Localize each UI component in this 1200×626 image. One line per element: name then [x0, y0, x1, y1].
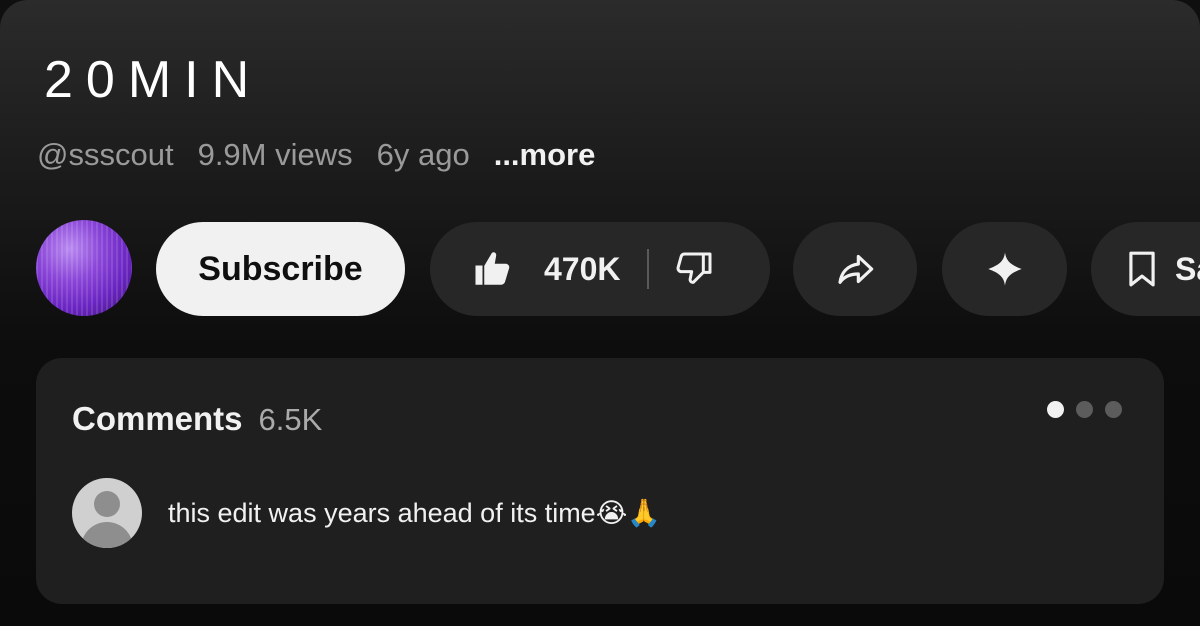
bookmark-icon: [1129, 251, 1155, 287]
share-icon: [838, 254, 874, 284]
channel-handle[interactable]: @ssscout: [37, 137, 174, 173]
subscribe-button[interactable]: Subscribe: [156, 222, 405, 316]
thumbs-down-icon: [676, 252, 711, 284]
share-button[interactable]: [793, 222, 917, 316]
like-button[interactable]: 470K: [430, 222, 621, 316]
sparkle-icon: [987, 252, 1022, 286]
action-bar: Subscribe 470K S: [0, 220, 1200, 316]
comments-panel[interactable]: Comments 6.5K this edit was years ahead …: [36, 358, 1164, 604]
comments-title: Comments: [72, 400, 243, 437]
like-divider: [646, 249, 649, 289]
comments-pager: [1047, 401, 1122, 418]
pager-dot-active: [1047, 401, 1064, 418]
ask-ai-button[interactable]: [942, 222, 1067, 316]
pager-dot: [1076, 401, 1093, 418]
upload-age: 6y ago: [376, 137, 470, 172]
save-label: Save: [1175, 250, 1200, 287]
comments-count: 6.5K: [258, 402, 323, 437]
commenter-avatar: [72, 478, 142, 548]
save-button[interactable]: Save: [1091, 222, 1200, 316]
video-title: 20MIN: [44, 51, 263, 109]
comment-text: this edit was years ahead of its time😭🙏: [168, 498, 661, 528]
dislike-button[interactable]: [675, 222, 715, 316]
more-button[interactable]: ...more: [494, 137, 596, 173]
pager-dot: [1105, 401, 1122, 418]
channel-avatar[interactable]: [36, 220, 132, 316]
like-dislike-group: 470K: [430, 222, 770, 316]
comments-header: Comments 6.5K: [72, 400, 322, 438]
top-comment[interactable]: this edit was years ahead of its time😭🙏: [72, 478, 661, 548]
video-metadata[interactable]: @ssscout 9.9M views 6y ago ...more: [37, 135, 595, 175]
like-count: 470K: [544, 250, 621, 287]
thumbs-up-icon: [475, 252, 510, 285]
video-details-panel: 20MIN @ssscout 9.9M views 6y ago ...more…: [0, 0, 1200, 626]
view-count: 9.9M views: [197, 137, 353, 172]
